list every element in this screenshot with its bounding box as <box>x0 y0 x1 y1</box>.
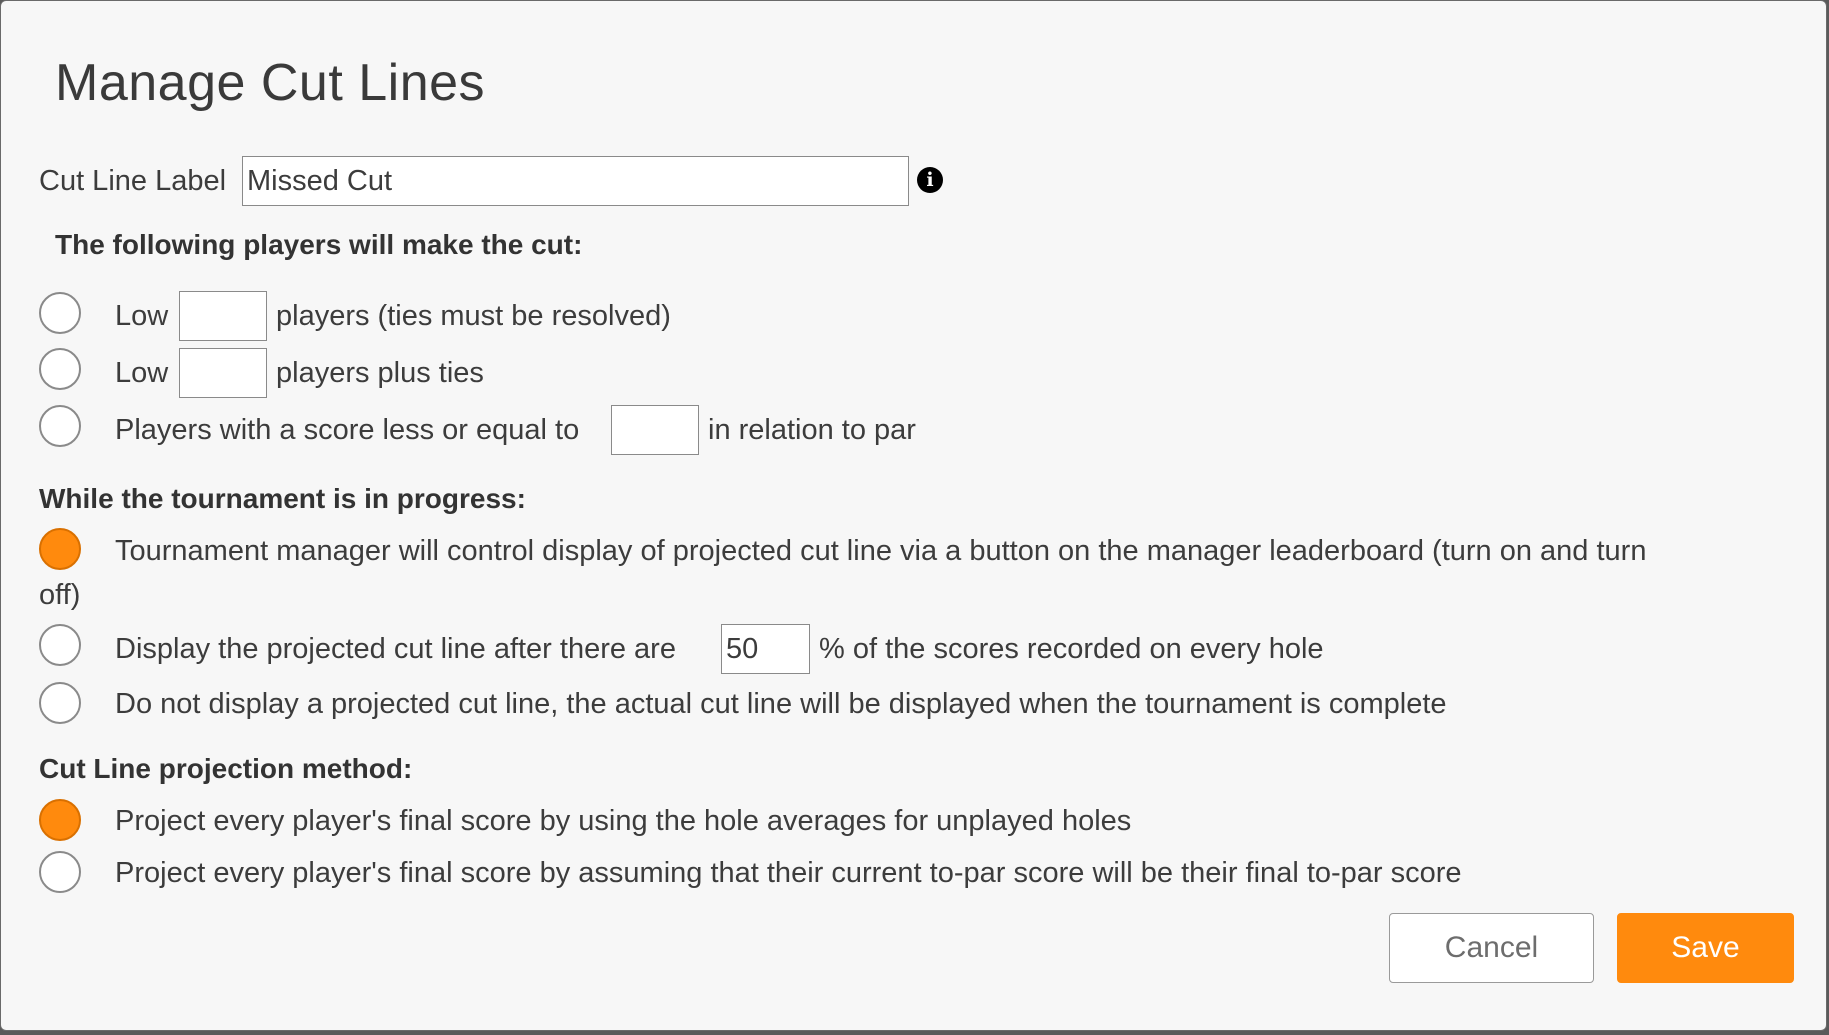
display-after-text: Display the projected cut line after the… <box>115 633 676 665</box>
manager-control-text: Tournament manager will control display … <box>115 535 1647 567</box>
radio-low-players-plus-ties[interactable] <box>39 348 81 390</box>
hole-averages-text: Project every player's final score by us… <box>115 805 1132 837</box>
manage-cut-lines-dialog: Manage Cut Lines Cut Line Label i The fo… <box>0 0 1827 1031</box>
in-relation-to-par-text: in relation to par <box>708 414 916 446</box>
cancel-button[interactable]: Cancel <box>1389 913 1594 983</box>
radio-hole-averages[interactable] <box>39 799 81 841</box>
save-button[interactable]: Save <box>1617 913 1794 983</box>
radio-current-to-par[interactable] <box>39 851 81 893</box>
low-players-plus-ties-input[interactable] <box>179 348 267 398</box>
cut-line-label-input[interactable] <box>242 156 909 206</box>
info-icon[interactable]: i <box>917 167 943 193</box>
manager-control-text-cont: off) <box>39 579 81 611</box>
players-plus-ties-text: players plus ties <box>276 357 484 389</box>
low-label-2: Low <box>115 357 169 389</box>
radio-low-players-resolved[interactable] <box>39 292 81 334</box>
current-to-par-text: Project every player's final score by as… <box>115 857 1462 889</box>
players-ties-resolved-text: players (ties must be resolved) <box>276 300 671 332</box>
radio-score-relation-par[interactable] <box>39 405 81 447</box>
cut-line-label-text: Cut Line Label <box>39 165 227 197</box>
dialog-title: Manage Cut Lines <box>55 54 486 112</box>
score-relation-par-input[interactable] <box>611 405 699 455</box>
radio-manager-control[interactable] <box>39 528 81 570</box>
score-less-equal-text: Players with a score less or equal to <box>115 414 580 446</box>
radio-display-after-percent[interactable] <box>39 624 81 666</box>
projection-method-heading: Cut Line projection method: <box>39 753 413 784</box>
percent-scores-text: % of the scores recorded on every hole <box>819 633 1324 665</box>
in-progress-heading: While the tournament is in progress: <box>39 483 526 514</box>
make-cut-heading: The following players will make the cut: <box>55 229 583 260</box>
radio-no-projected-cut[interactable] <box>39 682 81 724</box>
no-projected-cut-text: Do not display a projected cut line, the… <box>115 688 1447 720</box>
percent-scores-input[interactable] <box>721 624 810 674</box>
low-players-resolved-input[interactable] <box>179 291 267 341</box>
low-label-1: Low <box>115 300 169 332</box>
